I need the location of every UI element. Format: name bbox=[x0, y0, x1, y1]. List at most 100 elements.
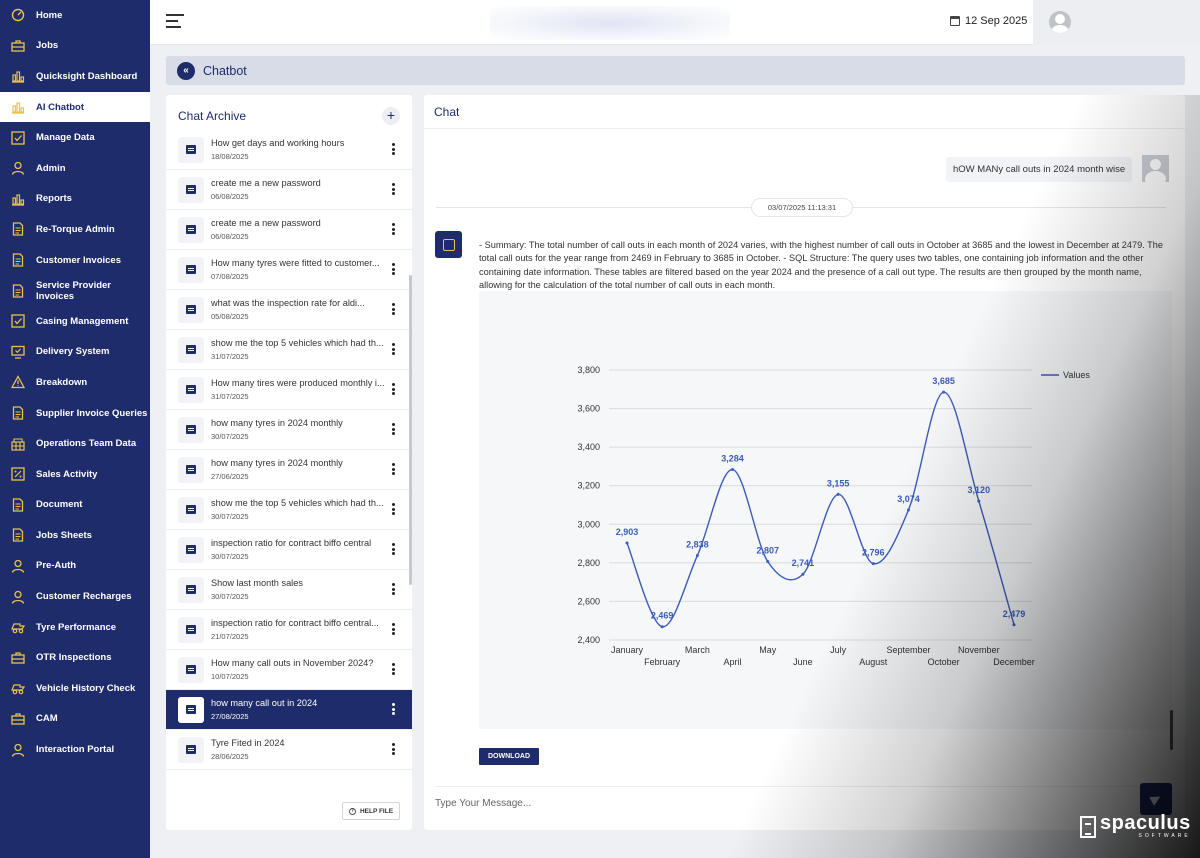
more-options-icon[interactable] bbox=[392, 263, 396, 275]
sidebar-item-document[interactable]: Document bbox=[0, 490, 150, 521]
new-chat-plus-icon[interactable]: + bbox=[382, 107, 400, 125]
sidebar-item-supplier-invoice-queries[interactable]: Supplier Invoice Queries bbox=[0, 398, 150, 429]
archive-scrollbar[interactable] bbox=[409, 275, 412, 585]
chat-archive-question: create me a new password bbox=[211, 218, 321, 228]
message-input[interactable] bbox=[435, 792, 1125, 814]
more-options-icon[interactable] bbox=[392, 663, 396, 675]
more-options-icon[interactable] bbox=[392, 303, 396, 315]
chat-archive-question: How many call outs in November 2024? bbox=[211, 658, 374, 668]
chat-scrollbar[interactable] bbox=[1170, 710, 1173, 750]
message-input-row bbox=[435, 786, 1137, 816]
chat-title: Chat bbox=[434, 105, 460, 119]
sidebar-item-label: Breakdown bbox=[36, 376, 88, 388]
y-tick-label: 3,600 bbox=[577, 404, 600, 414]
chat-archive-question: How many tires were produced monthly i..… bbox=[211, 378, 385, 388]
chat-archive-item[interactable]: How many call outs in November 2024? 10/0… bbox=[166, 650, 412, 690]
sidebar-item-service-provider-invoices[interactable]: Service Provider Invoices bbox=[0, 275, 150, 306]
sidebar-item-casing-management[interactable]: Casing Management bbox=[0, 306, 150, 337]
chat-archive-item[interactable]: Tyre Fited in 2024 28/06/2025 bbox=[166, 730, 412, 770]
sidebar-item-admin[interactable]: Admin bbox=[0, 153, 150, 184]
chat-archive-text: How many tyres were fitted to customer..… bbox=[211, 258, 393, 281]
more-options-icon[interactable] bbox=[392, 623, 396, 635]
chat-archive-item[interactable]: How many tires were produced monthly i..… bbox=[166, 370, 412, 410]
more-options-icon[interactable] bbox=[392, 583, 396, 595]
sidebar-item-reports[interactable]: Reports bbox=[0, 184, 150, 215]
help-file-button[interactable]: ? HELP FILE bbox=[342, 802, 400, 820]
sidebar-item-re-torque-admin[interactable]: Re-Torque Admin bbox=[0, 214, 150, 245]
chat-archive-date: 30/07/2025 bbox=[211, 552, 249, 561]
data-label: 3,284 bbox=[721, 454, 744, 464]
chat-archive-item[interactable]: How many tyres were fitted to customer..… bbox=[166, 250, 412, 290]
grid-data-icon bbox=[10, 436, 26, 452]
sidebar-item-otr-inspections[interactable]: OTR Inspections bbox=[0, 642, 150, 673]
user-icon bbox=[10, 160, 26, 176]
x-tick-label: February bbox=[644, 657, 681, 667]
sidebar-item-label: Document bbox=[36, 499, 83, 511]
menu-toggle-icon[interactable] bbox=[166, 14, 184, 30]
data-point bbox=[801, 572, 805, 576]
sidebar-item-tyre-performance[interactable]: Tyre Performance bbox=[0, 612, 150, 643]
chart-container: 2,400 2,600 2,800 3,000 3,200 3,400 3,600 3,800… bbox=[479, 291, 1172, 729]
sidebar-item-label: Sales Activity bbox=[36, 468, 98, 480]
document-icon bbox=[10, 405, 26, 421]
sidebar-item-label: Home bbox=[36, 9, 63, 21]
sidebar-item-delivery-system[interactable]: Delivery System bbox=[0, 337, 150, 368]
chat-archive-item[interactable]: how many tyres in 2024 monthly 30/07/2025 bbox=[166, 410, 412, 450]
sidebar-item-customer-recharges[interactable]: Customer Recharges bbox=[0, 581, 150, 612]
more-options-icon[interactable] bbox=[392, 423, 396, 435]
chat-archive-date: 18/08/2025 bbox=[211, 152, 249, 161]
chat-archive-item[interactable]: inspection ratio for contract biffo cent… bbox=[166, 530, 412, 570]
chat-archive-item[interactable]: how many tyres in 2024 monthly 27/06/2025 bbox=[166, 450, 412, 490]
sidebar-item-label: Customer Invoices bbox=[36, 254, 121, 266]
sidebar-item-home[interactable]: Home bbox=[0, 0, 150, 31]
sidebar-item-jobs[interactable]: Jobs bbox=[0, 31, 150, 62]
chat-archive-item[interactable]: show me the top 5 vehicles which had th.… bbox=[166, 490, 412, 530]
chat-bubble-icon bbox=[178, 176, 204, 203]
sidebar-item-label: Casing Management bbox=[36, 315, 129, 327]
chat-archive-item[interactable]: show me the top 5 vehicles which had th.… bbox=[166, 330, 412, 370]
download-button[interactable]: DOWNLOAD bbox=[479, 748, 539, 765]
more-options-icon[interactable] bbox=[392, 543, 396, 555]
sidebar-item-jobs-sheets[interactable]: Jobs Sheets bbox=[0, 520, 150, 551]
sidebar-item-operations-team-data[interactable]: Operations Team Data bbox=[0, 428, 150, 459]
more-options-icon[interactable] bbox=[392, 463, 396, 475]
more-options-icon[interactable] bbox=[392, 503, 396, 515]
sidebar-item-quicksight-dashboard[interactable]: Quicksight Dashboard bbox=[0, 61, 150, 92]
sidebar-item-label: Service Provider Invoices bbox=[36, 279, 111, 302]
chat-archive-item[interactable]: inspection ratio for contract biffo cent… bbox=[166, 610, 412, 650]
chat-archive-item[interactable]: create me a new password 06/08/2025 bbox=[166, 170, 412, 210]
page-title: Chatbot bbox=[203, 63, 247, 78]
sidebar-item-breakdown[interactable]: Breakdown bbox=[0, 367, 150, 398]
chat-archive-item[interactable]: what was the inspection rate for aldi...… bbox=[166, 290, 412, 330]
chat-archive-question: Show last month sales bbox=[211, 578, 303, 588]
chat-archive-date: 30/07/2025 bbox=[211, 512, 249, 521]
more-options-icon[interactable] bbox=[392, 143, 396, 155]
chat-archive-text: how many tyres in 2024 monthly 27/06/2025 bbox=[211, 458, 393, 481]
more-options-icon[interactable] bbox=[392, 743, 396, 755]
chat-archive-item[interactable]: how many call out in 2024 27/08/2025 bbox=[166, 690, 412, 730]
sidebar-item-customer-invoices[interactable]: Customer Invoices bbox=[0, 245, 150, 276]
chat-archive-question: how many tyres in 2024 monthly bbox=[211, 458, 343, 468]
sidebar-item-vehicle-history-check[interactable]: Vehicle History Check bbox=[0, 673, 150, 704]
chat-archive-item[interactable]: How get days and working hours 18/08/2025 bbox=[166, 130, 412, 170]
sidebar-item-ai-chatbot[interactable]: AI Chatbot bbox=[0, 91, 150, 123]
chat-archive-text: Tyre Fited in 2024 28/06/2025 bbox=[211, 738, 393, 761]
more-options-icon[interactable] bbox=[392, 703, 396, 715]
sidebar-item-pre-auth[interactable]: Pre-Auth bbox=[0, 551, 150, 582]
chat-archive-text: inspection ratio for contract biffo cent… bbox=[211, 538, 393, 561]
help-file-label: HELP FILE bbox=[359, 807, 394, 815]
user-menu[interactable] bbox=[1033, 0, 1200, 45]
avatar[interactable] bbox=[1049, 11, 1071, 33]
more-options-icon[interactable] bbox=[392, 383, 396, 395]
more-options-icon[interactable] bbox=[392, 183, 396, 195]
more-options-icon[interactable] bbox=[392, 343, 396, 355]
sidebar-item-interaction-portal[interactable]: Interaction Portal bbox=[0, 734, 150, 765]
chat-archive-item[interactable]: Show last month sales 30/07/2025 bbox=[166, 570, 412, 610]
sidebar-item-sales-activity[interactable]: Sales Activity bbox=[0, 459, 150, 490]
sidebar-item-manage-data[interactable]: Manage Data bbox=[0, 122, 150, 153]
collapse-back-icon[interactable]: « bbox=[177, 61, 195, 80]
send-button[interactable] bbox=[1140, 783, 1172, 815]
sidebar-item-cam[interactable]: CAM bbox=[0, 704, 150, 735]
chat-archive-item[interactable]: create me a new password 06/08/2025 bbox=[166, 210, 412, 250]
more-options-icon[interactable] bbox=[392, 223, 396, 235]
